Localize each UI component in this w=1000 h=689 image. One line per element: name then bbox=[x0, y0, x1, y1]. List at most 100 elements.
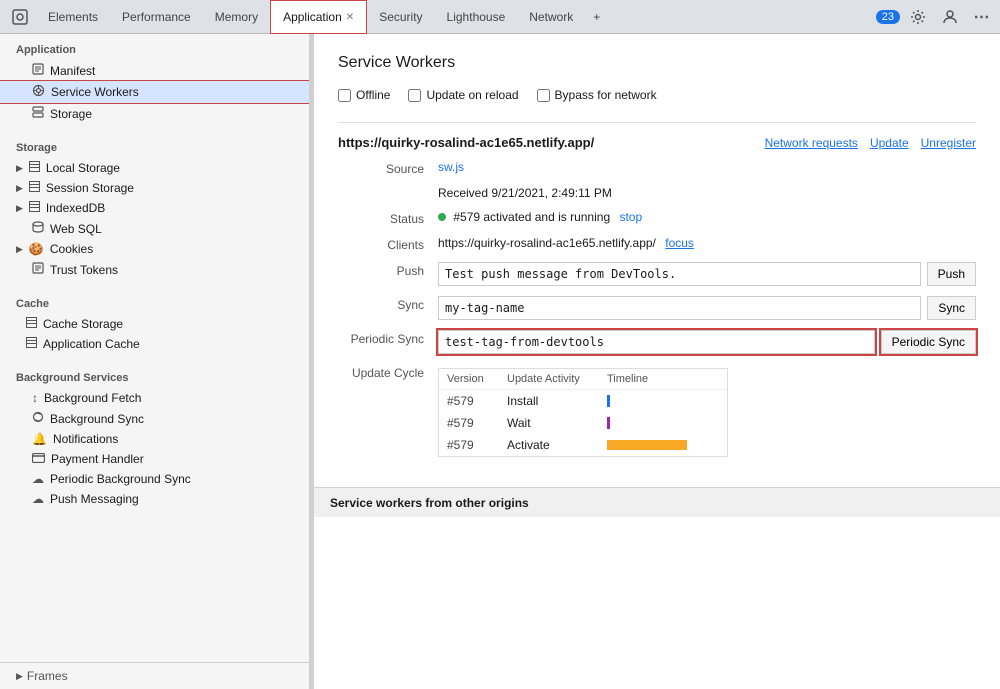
periodic-background-sync-icon: ☁ bbox=[32, 472, 44, 486]
update-cycle-header: Version Update Activity Timeline bbox=[439, 369, 727, 390]
user-icon[interactable] bbox=[936, 3, 964, 31]
update-on-reload-checkbox[interactable] bbox=[408, 89, 421, 102]
sidebar-item-cookies[interactable]: ▶ 🍪 Cookies bbox=[0, 239, 309, 259]
add-tab-button[interactable]: + bbox=[585, 0, 608, 34]
sidebar-item-manifest[interactable]: Manifest bbox=[0, 60, 309, 81]
offline-checkbox-label[interactable]: Offline bbox=[338, 88, 390, 102]
more-options-icon[interactable]: ⋯ bbox=[968, 3, 996, 31]
stop-link[interactable]: stop bbox=[619, 210, 642, 224]
sidebar-item-push-messaging[interactable]: ☁ Push Messaging bbox=[0, 489, 309, 509]
sync-label: Sync bbox=[338, 296, 438, 312]
sidebar-item-application-cache[interactable]: Application Cache bbox=[0, 334, 309, 354]
sidebar-item-service-workers[interactable]: Service Workers bbox=[0, 81, 309, 103]
sidebar-item-periodic-background-sync-label: Periodic Background Sync bbox=[50, 472, 191, 486]
update-on-reload-checkbox-label[interactable]: Update on reload bbox=[408, 88, 518, 102]
clients-label: Clients bbox=[338, 236, 438, 252]
tab-memory[interactable]: Memory bbox=[203, 0, 270, 34]
source-link[interactable]: sw.js bbox=[438, 160, 464, 174]
sidebar-item-local-storage[interactable]: ▶ Local Storage bbox=[0, 158, 309, 178]
periodic-sync-value: Periodic Sync bbox=[438, 330, 976, 354]
source-value: sw.js bbox=[438, 160, 976, 174]
web-sql-icon bbox=[32, 221, 44, 236]
sidebar-item-payment-handler[interactable]: Payment Handler bbox=[0, 449, 309, 469]
options-row: Offline Update on reload Bypass for netw… bbox=[338, 88, 976, 102]
push-value: Push bbox=[438, 262, 976, 286]
main-layout: Application Manifest Service Workers Sto… bbox=[0, 34, 1000, 689]
sidebar-item-session-storage-label: Session Storage bbox=[46, 181, 134, 195]
tab-bar: Elements Performance Memory Application … bbox=[0, 0, 1000, 34]
sidebar-item-notifications[interactable]: 🔔 Notifications bbox=[0, 429, 309, 449]
sidebar-item-periodic-background-sync[interactable]: ☁ Periodic Background Sync bbox=[0, 469, 309, 489]
update-link[interactable]: Update bbox=[870, 136, 909, 150]
cookies-icon: 🍪 bbox=[29, 242, 44, 256]
bypass-for-network-checkbox[interactable] bbox=[537, 89, 550, 102]
status-row: Status #579 activated and is running sto… bbox=[338, 210, 976, 226]
sidebar-item-storage[interactable]: Storage bbox=[0, 103, 309, 124]
sidebar-item-application-cache-label: Application Cache bbox=[43, 337, 140, 351]
sidebar-item-indexeddb[interactable]: ▶ IndexedDB bbox=[0, 198, 309, 218]
sidebar-item-background-fetch[interactable]: ↕ Background Fetch bbox=[0, 388, 309, 408]
periodic-sync-button[interactable]: Periodic Sync bbox=[881, 330, 976, 354]
status-text: #579 activated and is running bbox=[453, 210, 610, 224]
sidebar-item-storage-label: Storage bbox=[50, 107, 92, 121]
bypass-for-network-checkbox-label[interactable]: Bypass for network bbox=[537, 88, 657, 102]
clients-value: https://quirky-rosalind-ac1e65.netlify.a… bbox=[438, 236, 976, 250]
close-tab-application[interactable]: ✕ bbox=[346, 12, 354, 23]
sync-input[interactable] bbox=[438, 296, 921, 320]
received-value: Received 9/21/2021, 2:49:11 PM bbox=[438, 186, 976, 200]
clients-url: https://quirky-rosalind-ac1e65.netlify.a… bbox=[438, 236, 656, 250]
tab-elements[interactable]: Elements bbox=[36, 0, 110, 34]
indexeddb-icon bbox=[29, 201, 40, 215]
sidebar-item-notifications-label: Notifications bbox=[53, 432, 118, 446]
devtools-icon[interactable] bbox=[4, 0, 36, 34]
sync-value: Sync bbox=[438, 296, 976, 320]
sidebar-item-background-sync[interactable]: Background Sync bbox=[0, 408, 309, 429]
uc-version-2: #579 bbox=[447, 416, 507, 430]
issues-badge[interactable]: 23 bbox=[876, 10, 900, 24]
uc-version-1: #579 bbox=[447, 394, 507, 408]
application-cache-icon bbox=[26, 337, 37, 351]
sync-button[interactable]: Sync bbox=[927, 296, 976, 320]
sidebar-section-background-services: Background Services bbox=[0, 362, 309, 388]
settings-icon[interactable] bbox=[904, 3, 932, 31]
periodic-sync-input[interactable] bbox=[438, 330, 875, 354]
sidebar-item-manifest-label: Manifest bbox=[50, 64, 95, 78]
cookies-arrow-icon: ▶ bbox=[16, 244, 23, 255]
focus-link[interactable]: focus bbox=[665, 236, 694, 250]
sidebar-item-trust-tokens[interactable]: Trust Tokens bbox=[0, 259, 309, 280]
source-label: Source bbox=[338, 160, 438, 176]
push-input[interactable] bbox=[438, 262, 921, 286]
service-workers-icon bbox=[32, 84, 45, 100]
tab-bar-right: 23 ⋯ bbox=[876, 3, 996, 31]
uc-timeline-wait bbox=[607, 417, 719, 429]
offline-checkbox[interactable] bbox=[338, 89, 351, 102]
network-requests-link[interactable]: Network requests bbox=[765, 136, 858, 150]
tab-lighthouse[interactable]: Lighthouse bbox=[435, 0, 518, 34]
sidebar-item-session-storage[interactable]: ▶ Session Storage bbox=[0, 178, 309, 198]
sync-input-row: Sync bbox=[438, 296, 976, 320]
sidebar-item-background-sync-label: Background Sync bbox=[50, 412, 144, 426]
bottom-bar[interactable]: Service workers from other origins bbox=[314, 487, 1000, 517]
tab-security[interactable]: Security bbox=[367, 0, 434, 34]
sidebar-item-web-sql[interactable]: Web SQL bbox=[0, 218, 309, 239]
tab-application[interactable]: Application ✕ bbox=[270, 0, 367, 34]
tab-performance[interactable]: Performance bbox=[110, 0, 203, 34]
sidebar-item-cache-storage-label: Cache Storage bbox=[43, 317, 123, 331]
push-button[interactable]: Push bbox=[927, 262, 976, 286]
uc-activity-activate: Activate bbox=[507, 438, 607, 452]
received-row: Received 9/21/2021, 2:49:11 PM bbox=[338, 186, 976, 200]
cache-storage-icon bbox=[26, 317, 37, 331]
sidebar-item-cache-storage[interactable]: Cache Storage bbox=[0, 314, 309, 334]
unregister-link[interactable]: Unregister bbox=[921, 136, 976, 150]
uc-activity-install: Install bbox=[507, 394, 607, 408]
received-label bbox=[338, 186, 438, 188]
offline-label: Offline bbox=[356, 88, 390, 102]
sidebar-frames-section[interactable]: ▶ Frames bbox=[0, 662, 309, 689]
content-panel: Service Workers Offline Update on reload… bbox=[314, 34, 1000, 689]
sidebar-section-cache: Cache bbox=[0, 288, 309, 314]
sidebar-item-web-sql-label: Web SQL bbox=[50, 222, 102, 236]
background-sync-icon bbox=[32, 411, 44, 426]
tab-network[interactable]: Network bbox=[517, 0, 585, 34]
session-storage-icon bbox=[29, 181, 40, 195]
bottom-bar-label: Service workers from other origins bbox=[330, 496, 529, 510]
